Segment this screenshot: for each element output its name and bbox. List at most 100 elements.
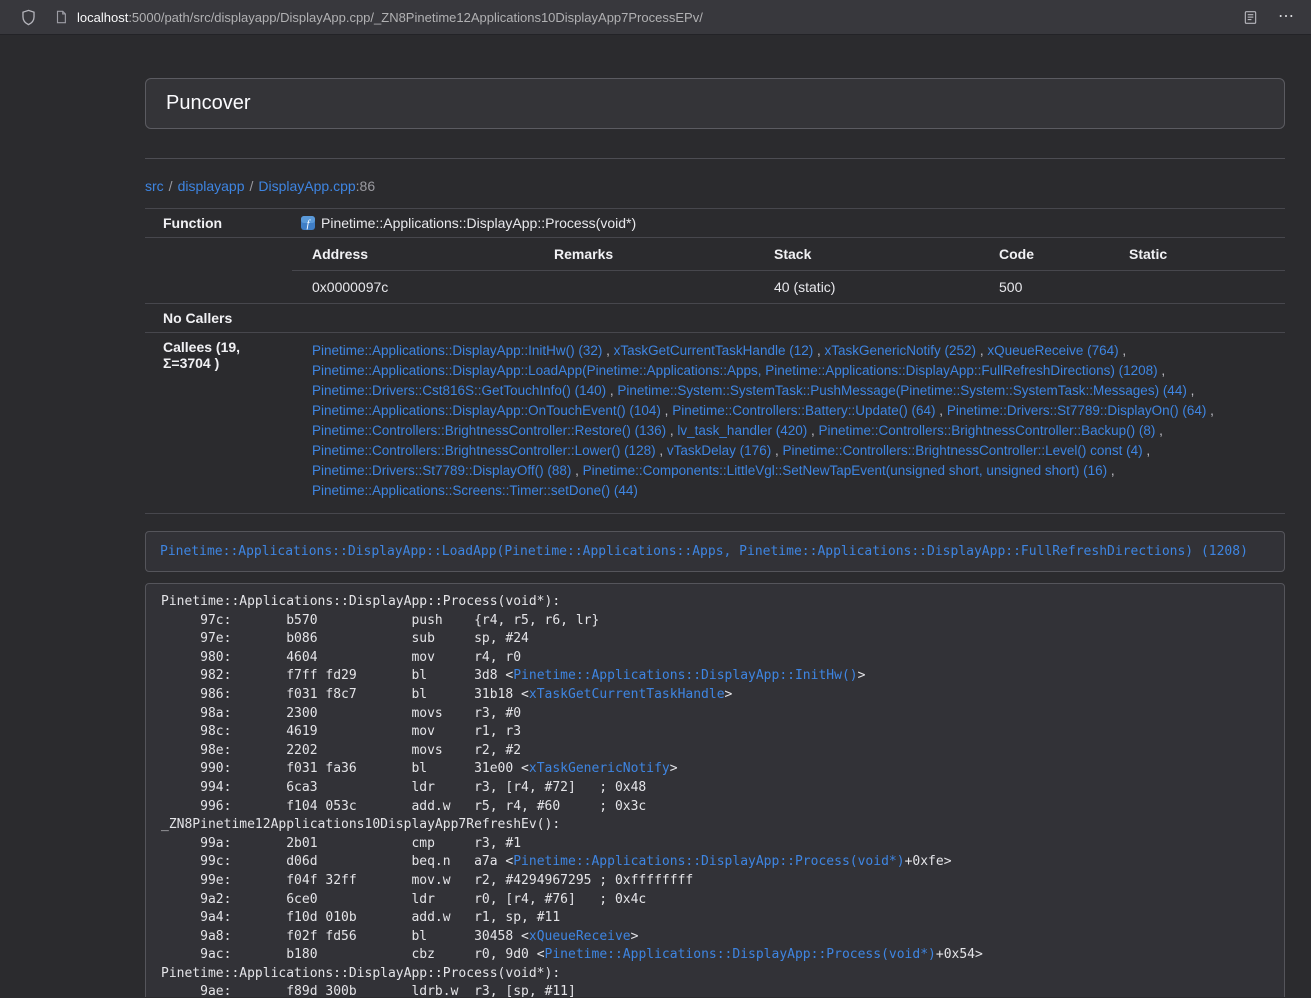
page-icon [54, 10, 68, 24]
callee-link[interactable]: lv_task_handler (420) [677, 423, 807, 438]
breadcrumb-separator: / [164, 178, 178, 194]
code-line: 9ae: f89d 300b ldrb.w r3, [sp, #11] [161, 983, 1269, 997]
code-line: 98e: 2202 movs r2, #2 [161, 742, 1269, 761]
callees-list: Pinetime::Applications::DisplayApp::Init… [312, 341, 1277, 501]
stack-value: 40 (static) [766, 271, 991, 304]
table-row: Address Remarks Stack Code Static 0x0000… [145, 238, 1285, 304]
callee-separator: , [1155, 423, 1163, 438]
callee-link[interactable]: Pinetime::Controllers::BrightnessControl… [819, 423, 1156, 438]
column-header-static: Static [1121, 238, 1285, 271]
code-symbol-link[interactable]: xTaskGenericNotify [529, 761, 670, 776]
code-symbol-link[interactable]: Pinetime::Applications::DisplayApp::Proc… [545, 947, 936, 962]
callee-link[interactable]: Pinetime::System::SystemTask::PushMessag… [617, 383, 1186, 398]
callee-separator: , [976, 343, 987, 358]
browser-toolbar: localhost:5000/path/src/displayapp/Displ… [0, 0, 1311, 35]
url-bar[interactable]: localhost:5000/path/src/displayapp/Displ… [54, 10, 1243, 25]
table-row: 0x0000097c 40 (static) 500 [292, 271, 1285, 304]
code-size-value: 500 [991, 271, 1121, 304]
code-line: 98a: 2300 movs r3, #0 [161, 705, 1269, 724]
code-line: 98c: 4619 mov r1, r3 [161, 723, 1269, 742]
assembly-code: Pinetime::Applications::DisplayApp::Proc… [161, 593, 1269, 997]
code-line: 9a8: f02f fd56 bl 30458 <xQueueReceive> [161, 928, 1269, 947]
code-line: 9a2: 6ce0 ldr r0, [r4, #76] ; 0x4c [161, 891, 1269, 910]
callee-separator: , [602, 343, 613, 358]
callee-link[interactable]: Pinetime::Drivers::Cst816S::GetTouchInfo… [312, 383, 606, 398]
code-line: 990: f031 fa36 bl 31e00 <xTaskGenericNot… [161, 760, 1269, 779]
callee-separator: , [656, 443, 667, 458]
no-callers-label: No Callers [145, 304, 292, 333]
code-line: 99c: d06d beq.n a7a <Pinetime::Applicati… [161, 853, 1269, 872]
code-line: 99e: f04f 32ff mov.w r2, #4294967295 ; 0… [161, 872, 1269, 891]
callee-separator: , [1107, 463, 1115, 478]
page-title: Puncover [166, 92, 251, 115]
column-header-stack: Stack [766, 238, 991, 271]
callee-link[interactable]: Pinetime::Applications::DisplayApp::Init… [312, 343, 602, 358]
callee-link[interactable]: Pinetime::Controllers::BrightnessControl… [312, 423, 666, 438]
remarks-value [546, 271, 766, 304]
column-header-remarks: Remarks [546, 238, 766, 271]
code-symbol-link[interactable]: xQueueReceive [529, 929, 631, 944]
callee-link[interactable]: Pinetime::Applications::Screens::Timer::… [312, 483, 638, 498]
code-line: 97c: b570 push {r4, r5, r6, lr} [161, 612, 1269, 631]
callee-link[interactable]: Pinetime::Controllers::Battery::Update()… [672, 403, 935, 418]
callee-separator: , [771, 443, 782, 458]
callee-separator: , [936, 403, 947, 418]
code-line: 982: f7ff fd29 bl 3d8 <Pinetime::Applica… [161, 667, 1269, 686]
callee-separator: , [813, 343, 824, 358]
callee-link[interactable]: Pinetime::Applications::DisplayApp::OnTo… [312, 403, 661, 418]
code-symbol-link[interactable]: xTaskGetCurrentTaskHandle [529, 687, 725, 702]
callee-separator: , [1187, 383, 1195, 398]
code-line: Pinetime::Applications::DisplayApp::Proc… [161, 965, 1269, 984]
code-line: 9a4: f10d 010b add.w r1, sp, #11 [161, 909, 1269, 928]
callee-separator: , [661, 403, 672, 418]
callee-separator: , [1206, 403, 1214, 418]
callee-link[interactable]: xQueueReceive (764) [987, 343, 1118, 358]
callee-link[interactable]: Pinetime::Drivers::St7789::DisplayOn() (… [947, 403, 1207, 418]
callee-link[interactable]: vTaskDelay (176) [667, 443, 771, 458]
callee-link[interactable]: xTaskGetCurrentTaskHandle (12) [614, 343, 814, 358]
divider [145, 158, 1285, 159]
code-line: 97e: b086 sub sp, #24 [161, 630, 1269, 649]
callees-label: Callees (19, Σ=3704 ) [145, 333, 292, 514]
breadcrumb-link-file[interactable]: DisplayApp.cpp [258, 178, 355, 194]
code-line: Pinetime::Applications::DisplayApp::Proc… [161, 593, 1269, 612]
breadcrumb: src/displayapp/DisplayApp.cpp:86 [145, 176, 1285, 196]
page-content: Puncover src/displayapp/DisplayApp.cpp:8… [0, 35, 1311, 997]
callee-separator: , [807, 423, 818, 438]
tracking-protection-shield-icon[interactable] [20, 9, 37, 26]
callee-link[interactable]: Pinetime::Controllers::BrightnessControl… [782, 443, 1142, 458]
callee-link[interactable]: Pinetime::Drivers::St7789::DisplayOff() … [312, 463, 571, 478]
static-value [1121, 271, 1285, 304]
breadcrumb-line-number: :86 [356, 178, 375, 194]
address-value: 0x0000097c [292, 271, 546, 304]
column-header-code: Code [991, 238, 1121, 271]
breadcrumb-link-displayapp[interactable]: displayapp [178, 178, 245, 194]
breadcrumb-link-src[interactable]: src [145, 178, 164, 194]
code-line: 996: f104 053c add.w r5, r4, #60 ; 0x3c [161, 798, 1269, 817]
reader-view-icon[interactable] [1243, 10, 1258, 25]
url-text[interactable]: localhost:5000/path/src/displayapp/Displ… [77, 10, 703, 25]
code-symbol-link[interactable]: Pinetime::Applications::DisplayApp::Proc… [513, 854, 904, 869]
code-symbol-link[interactable]: Pinetime::Applications::DisplayApp::Init… [513, 668, 857, 683]
table-row: Function f Pinetime::Applications::Displ… [145, 209, 1285, 238]
callee-link[interactable]: Pinetime::Components::LittleVgl::SetNewT… [583, 463, 1108, 478]
code-line: 986: f031 f8c7 bl 31b18 <xTaskGetCurrent… [161, 686, 1269, 705]
code-line: 99a: 2b01 cmp r3, #1 [161, 835, 1269, 854]
callee-separator: , [666, 423, 677, 438]
callee-separator: , [1143, 443, 1151, 458]
function-stats-table: Address Remarks Stack Code Static 0x0000… [292, 238, 1285, 303]
callee-link[interactable]: Pinetime::Applications::DisplayApp::Load… [312, 363, 1158, 378]
breadcrumb-separator: / [245, 178, 259, 194]
url-host: localhost [77, 10, 128, 25]
code-line: 9ac: b180 cbz r0, 9d0 <Pinetime::Applica… [161, 946, 1269, 965]
callee-link[interactable]: xTaskGenericNotify (252) [825, 343, 977, 358]
callee-separator: , [571, 463, 582, 478]
table-row: No Callers [145, 304, 1285, 333]
overflow-menu-icon[interactable]: ⋯ [1278, 9, 1295, 25]
highlighted-callee-link[interactable]: Pinetime::Applications::DisplayApp::Load… [160, 544, 1248, 559]
url-path: :5000/path/src/displayapp/DisplayApp.cpp… [128, 10, 703, 25]
page-header: Puncover [145, 78, 1285, 129]
disassembly-panel: Pinetime::Applications::DisplayApp::Proc… [145, 583, 1285, 997]
function-row-label: Function [145, 209, 292, 238]
callee-link[interactable]: Pinetime::Controllers::BrightnessControl… [312, 443, 656, 458]
